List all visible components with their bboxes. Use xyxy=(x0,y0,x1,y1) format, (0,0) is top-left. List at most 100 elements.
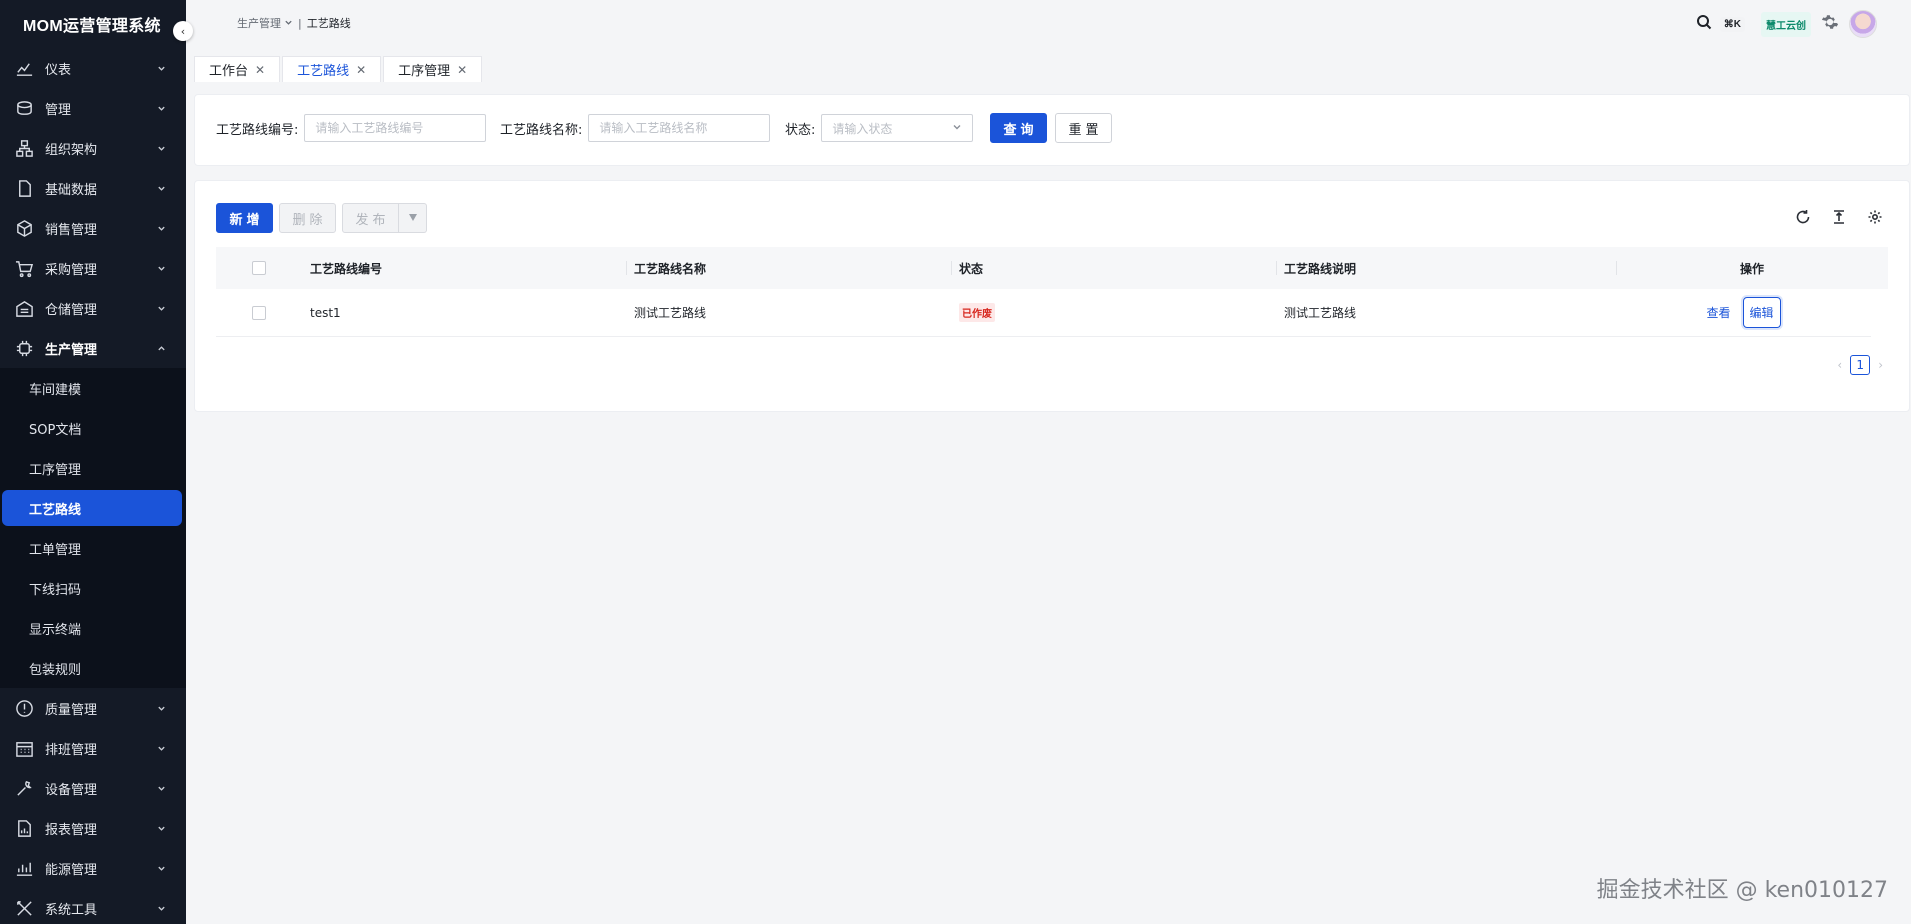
sidebar-item-management[interactable]: 管理 xyxy=(0,88,186,128)
sidebar-item-offline-scan[interactable]: 下线扫码 xyxy=(0,568,186,608)
sidebar-item-packing-rules[interactable]: 包装规则 xyxy=(0,648,186,688)
sidebar-item-process[interactable]: 工序管理 xyxy=(0,448,186,488)
edit-button[interactable]: 编辑 xyxy=(1742,297,1781,328)
view-link[interactable]: 查看 xyxy=(1706,304,1730,321)
header-name[interactable]: 工艺路线名称 xyxy=(626,247,951,289)
pagination: ‹ 1 › xyxy=(1837,355,1883,375)
sidebar-item-org[interactable]: 组织架构 xyxy=(0,128,186,168)
tab-label: 工序管理 xyxy=(398,64,451,79)
publish-dropdown-button[interactable] xyxy=(399,203,427,233)
sidebar-item-warehouse[interactable]: 仓储管理 xyxy=(0,288,186,328)
sidebar-item-work-order[interactable]: 工单管理 xyxy=(0,528,186,568)
header-status[interactable]: 状态 xyxy=(951,247,1276,289)
routing-table: 工艺路线编号 工艺路线名称 状态 工艺路线说明 操作 test1 测试工艺路线 … xyxy=(216,247,1888,337)
breadcrumb: 生产管理 | 工艺路线 xyxy=(237,15,351,31)
tab-workbench[interactable]: 工作台 ✕ xyxy=(194,56,281,82)
close-icon[interactable]: ✕ xyxy=(356,63,366,77)
sidebar-item-system-tools[interactable]: 系统工具 xyxy=(0,888,186,924)
sidebar-item-reports[interactable]: 报表管理 xyxy=(0,808,186,848)
row-checkbox[interactable] xyxy=(252,305,266,320)
global-search-button[interactable]: ⌘K xyxy=(1690,11,1751,37)
alert-icon xyxy=(14,698,34,718)
close-icon[interactable]: ✕ xyxy=(255,63,265,77)
file-icon xyxy=(14,178,34,198)
brand-badge[interactable]: 慧工云创 xyxy=(1761,11,1811,37)
header-desc[interactable]: 工艺路线说明 xyxy=(1276,247,1616,289)
sidebar-item-equipment[interactable]: 设备管理 xyxy=(0,768,186,808)
sidebar-item-production[interactable]: 生产管理 xyxy=(0,328,186,368)
sidebar-item-purchase[interactable]: 采购管理 xyxy=(0,248,186,288)
settings-gear-icon[interactable] xyxy=(1821,13,1839,35)
sidebar-item-shift[interactable]: 排班管理 xyxy=(0,728,186,768)
sidebar-item-workshop[interactable]: 车间建模 xyxy=(0,368,186,408)
page-tabs: 工作台 ✕ 工艺路线 ✕ 工序管理 ✕ xyxy=(194,56,484,82)
status-field: 状态: 请输入状态 xyxy=(785,114,974,142)
breadcrumb-separator: | xyxy=(298,16,302,30)
density-icon[interactable] xyxy=(1831,209,1847,229)
header-code[interactable]: 工艺路线编号 xyxy=(302,247,626,289)
add-button[interactable]: 新增 xyxy=(216,203,273,233)
sidebar-item-label: 管理 xyxy=(45,102,72,118)
shortcut-hint: ⌘K xyxy=(1719,16,1745,32)
chevron-down-icon xyxy=(281,17,293,30)
chart-icon xyxy=(14,58,34,78)
refresh-icon[interactable] xyxy=(1795,209,1811,229)
sidebar-item-sop[interactable]: SOP文档 xyxy=(0,408,186,448)
sidebar-item-label: 生产管理 xyxy=(45,342,98,358)
chevron-down-icon xyxy=(156,863,166,873)
avatar[interactable] xyxy=(1849,10,1877,38)
sidebar-item-label: 设备管理 xyxy=(45,782,98,798)
sidebar-item-routing[interactable]: 工艺路线 xyxy=(2,490,182,526)
code-input[interactable] xyxy=(304,114,487,142)
sidebar-collapse-button[interactable]: ‹ xyxy=(173,21,193,41)
sidebar-item-basic-data[interactable]: 基础数据 xyxy=(0,168,186,208)
sidebar-item-display-terminal[interactable]: 显示终端 xyxy=(0,608,186,648)
next-page-icon[interactable]: › xyxy=(1878,358,1883,372)
cell-actions: 查看 编辑 xyxy=(1616,289,1871,336)
publish-button[interactable]: 发布 xyxy=(342,203,399,233)
sidebar-item-energy[interactable]: 能源管理 xyxy=(0,848,186,888)
column-settings-icon[interactable] xyxy=(1867,209,1883,229)
header-actions: 操作 xyxy=(1616,247,1888,289)
breadcrumb-current: 工艺路线 xyxy=(306,17,351,30)
cart-icon xyxy=(14,258,34,278)
select-all-checkbox[interactable] xyxy=(252,261,266,275)
search-panel: 工艺路线编号: 工艺路线名称: 状态: 请输入状态 查询 重置 xyxy=(194,94,1910,166)
table-tools xyxy=(1795,209,1883,229)
production-submenu: 车间建模 SOP文档 工序管理 工艺路线 工单管理 下线扫码 显示终端 包装规则 xyxy=(0,368,186,688)
tab-label: 工作台 xyxy=(209,64,249,79)
warehouse-icon xyxy=(14,298,34,318)
sidebar-item-dashboard[interactable]: 仪表 xyxy=(0,48,186,88)
delete-button[interactable]: 删除 xyxy=(279,203,336,233)
query-button[interactable]: 查询 xyxy=(990,113,1047,143)
name-field: 工艺路线名称: xyxy=(500,114,771,142)
status-placeholder: 请输入状态 xyxy=(832,121,893,136)
chevron-down-icon xyxy=(156,703,166,713)
breadcrumb-parent[interactable]: 生产管理 xyxy=(237,15,281,31)
close-icon[interactable]: ✕ xyxy=(457,63,467,77)
tab-process[interactable]: 工序管理 ✕ xyxy=(383,56,483,82)
chevron-down-icon xyxy=(156,743,166,753)
table-row: test1 测试工艺路线 已作废 测试工艺路线 查看 编辑 xyxy=(216,289,1871,337)
search-actions: 查询 重置 xyxy=(990,113,1112,143)
app-title: MOM运营管理系统 xyxy=(23,18,161,35)
chevron-down-icon xyxy=(156,783,166,793)
table-panel: 新增 删除 发布 工艺路线编号 工艺路线名称 状态 工艺路线说明 操作 test… xyxy=(194,180,1910,412)
tab-routing[interactable]: 工艺路线 ✕ xyxy=(282,56,382,82)
chevron-down-icon xyxy=(156,223,166,233)
header-actions: ⌘K 慧工云创 xyxy=(1690,10,1877,38)
chevron-down-icon xyxy=(156,823,166,833)
reset-button[interactable]: 重置 xyxy=(1055,113,1112,143)
code-field: 工艺路线编号: xyxy=(216,114,487,142)
chevron-down-icon xyxy=(156,263,166,273)
prev-page-icon[interactable]: ‹ xyxy=(1837,358,1842,372)
sidebar-item-quality[interactable]: 质量管理 xyxy=(0,688,186,728)
sidebar-item-sales[interactable]: 销售管理 xyxy=(0,208,186,248)
status-select[interactable]: 请输入状态 xyxy=(821,114,974,142)
page-number[interactable]: 1 xyxy=(1850,355,1871,375)
name-input[interactable] xyxy=(588,114,771,142)
sidebar-item-label: 销售管理 xyxy=(45,222,98,238)
sidebar-item-label: 基础数据 xyxy=(45,182,98,198)
chevron-down-icon xyxy=(156,303,166,313)
cell-desc: 测试工艺路线 xyxy=(1284,306,1357,320)
